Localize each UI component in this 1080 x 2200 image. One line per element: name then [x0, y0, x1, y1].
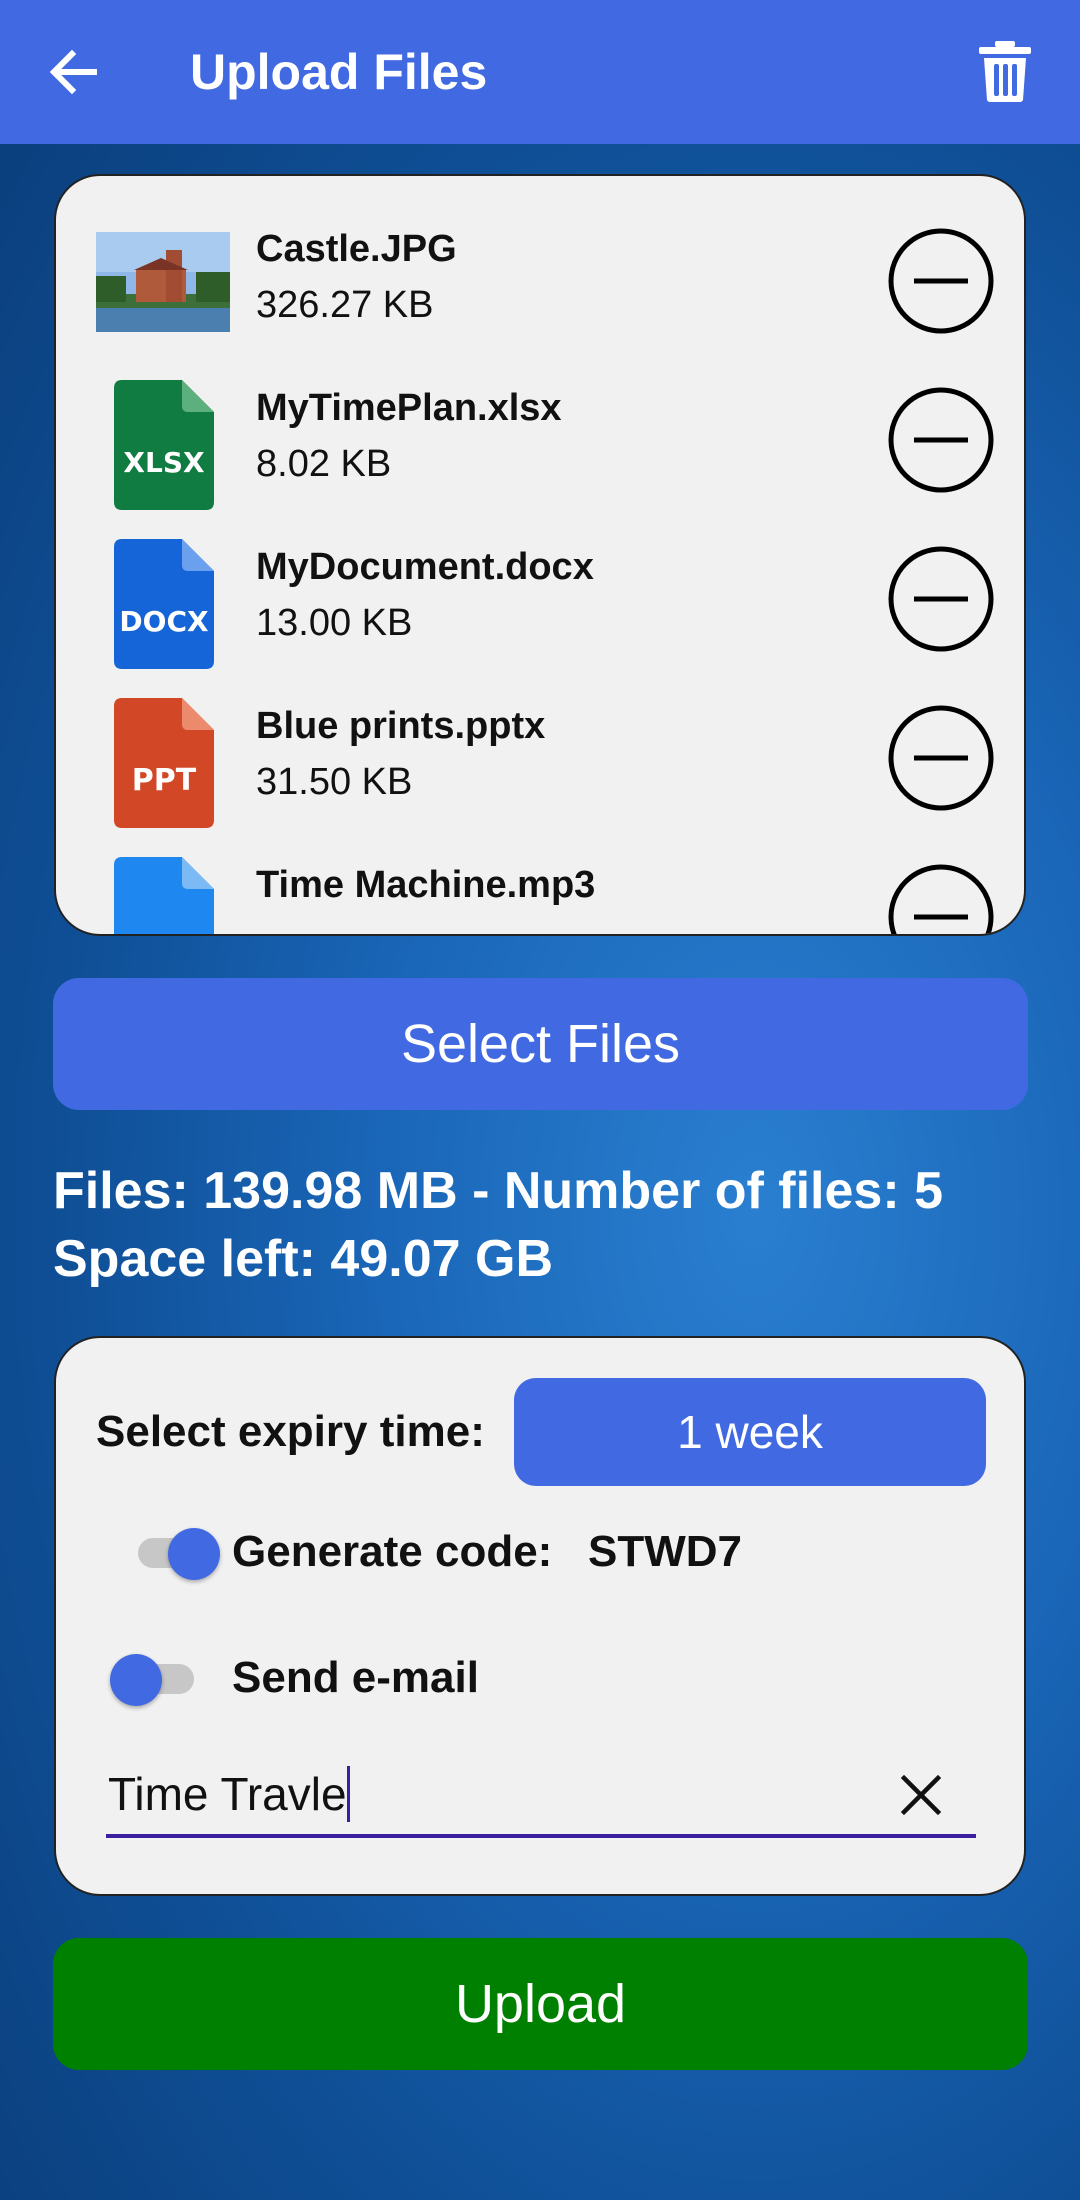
- upload-settings-card: Select expiry time: 1 week Generate code…: [54, 1336, 1026, 1896]
- file-list-card: Castle.JPG 326.27 KB XLSX MyTimePlan.xls…: [54, 174, 1026, 936]
- trash-icon[interactable]: [975, 38, 1035, 104]
- upload-button[interactable]: Upload: [53, 1938, 1028, 2070]
- text-caret: [346, 1766, 350, 1822]
- expiry-time-select[interactable]: 1 week: [514, 1378, 986, 1486]
- generate-code-switch[interactable]: [130, 1522, 220, 1582]
- file-size: 13.00 KB: [256, 602, 413, 644]
- file-name: MyDocument.docx: [256, 546, 594, 588]
- file-name: Castle.JPG: [256, 228, 457, 270]
- files-summary: Files: 139.98 MB - Number of files: 5: [53, 1162, 944, 1220]
- select-files-button[interactable]: Select Files: [53, 978, 1028, 1110]
- file-size: 31.50 KB: [256, 761, 413, 803]
- file-size: 8.02 KB: [256, 443, 392, 485]
- send-email-label: Send e-mail: [232, 1653, 479, 1702]
- file-name: Time Machine.mp3: [256, 864, 596, 906]
- remove-circle-icon[interactable]: [886, 544, 996, 654]
- remove-circle-icon[interactable]: [886, 226, 996, 336]
- ppt-file-icon: PPT: [114, 698, 214, 828]
- switch-thumb: [110, 1654, 162, 1706]
- image-thumbnail: [96, 232, 230, 332]
- close-icon[interactable]: [896, 1770, 946, 1820]
- send-email-switch[interactable]: [110, 1648, 200, 1708]
- file-size: 326.27 KB: [256, 284, 434, 326]
- space-left: Space left: 49.07 GB: [53, 1230, 553, 1288]
- remove-circle-icon[interactable]: [886, 703, 996, 813]
- page-title: Upload Files: [190, 44, 488, 100]
- expiry-label: Select expiry time:: [96, 1407, 485, 1456]
- arrow-left-icon[interactable]: [42, 40, 106, 104]
- remove-circle-icon[interactable]: [886, 385, 996, 495]
- file-name: Blue prints.pptx: [256, 705, 546, 747]
- file-name: MyTimePlan.xlsx: [256, 387, 562, 429]
- docx-file-icon: DOCX: [114, 539, 214, 669]
- remove-circle-icon[interactable]: [886, 862, 996, 936]
- file-list-item[interactable]: XLSX MyTimePlan.xlsx 8.02 KB: [56, 335, 1024, 510]
- audio-file-icon: [114, 857, 214, 934]
- input-value: Time Travle: [108, 1766, 350, 1822]
- file-badge: DOCX: [119, 605, 209, 638]
- file-list-item[interactable]: DOCX MyDocument.docx 13.00 KB: [56, 494, 1024, 669]
- app-bar: Upload Files: [0, 0, 1080, 144]
- file-badge: PPT: [132, 763, 197, 798]
- file-list-item[interactable]: Time Machine.mp3: [56, 812, 1024, 936]
- text-input-field[interactable]: Time Travle: [106, 1758, 976, 1838]
- xlsx-file-icon: XLSX: [114, 380, 214, 510]
- generated-code: STWD7: [588, 1527, 742, 1576]
- file-badge: XLSX: [123, 446, 205, 479]
- file-list-item[interactable]: PPT Blue prints.pptx 31.50 KB: [56, 653, 1024, 828]
- switch-thumb: [168, 1528, 220, 1580]
- file-list-item[interactable]: Castle.JPG 326.27 KB: [56, 176, 1024, 336]
- generate-code-label: Generate code:: [232, 1527, 553, 1576]
